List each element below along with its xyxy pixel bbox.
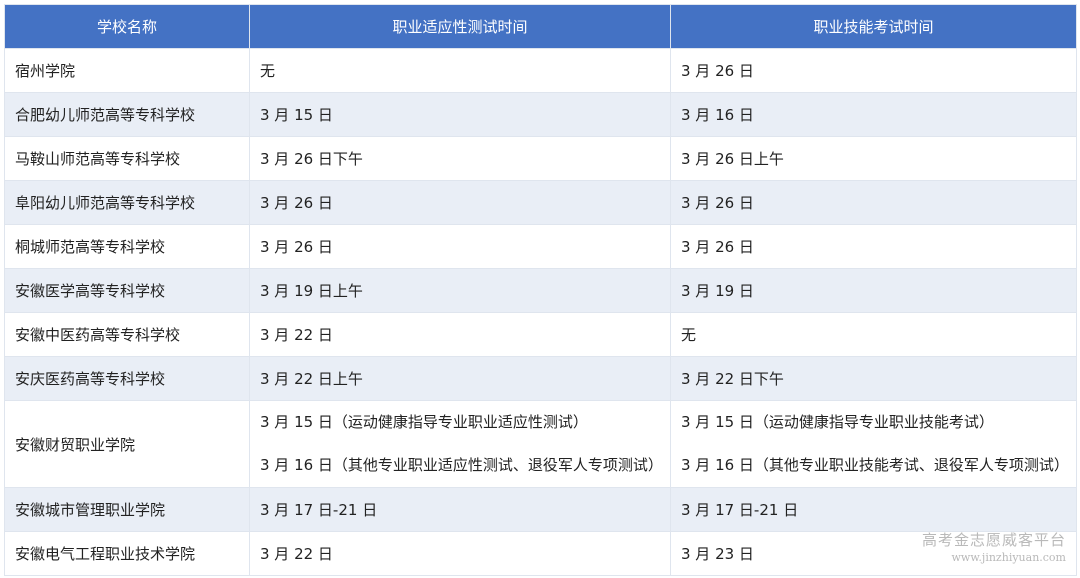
- aptitude-time-cell: 3 月 19 日上午: [249, 268, 671, 313]
- header-row: 学校名称 职业适应性测试时间 职业技能考试时间: [4, 4, 1077, 49]
- aptitude-time-line: 3 月 15 日（运动健康指导专业职业适应性测试）: [260, 413, 588, 431]
- aptitude-time-cell: 无: [249, 48, 671, 93]
- table-row: 桐城师范高等专科学校 3 月 26 日 3 月 26 日: [4, 224, 1077, 269]
- table-row: 马鞍山师范高等专科学校 3 月 26 日下午 3 月 26 日上午: [4, 136, 1077, 181]
- table-header: 学校名称 职业适应性测试时间 职业技能考试时间: [4, 4, 1077, 49]
- header-school-name: 学校名称: [4, 4, 250, 49]
- aptitude-time-cell: 3 月 22 日: [249, 312, 671, 357]
- aptitude-time-cell: 3 月 22 日上午: [249, 356, 671, 401]
- school-name-cell: 安徽医学高等专科学校: [4, 268, 250, 313]
- school-name-cell: 安徽财贸职业学院: [4, 400, 250, 488]
- aptitude-time-cell: 3 月 26 日: [249, 180, 671, 225]
- school-name-cell: 合肥幼儿师范高等专科学校: [4, 92, 250, 137]
- schedule-table-wrapper: 学校名称 职业适应性测试时间 职业技能考试时间 宿州学院 无 3 月 26 日 …: [4, 4, 1077, 576]
- skills-time-cell: 3 月 19 日: [670, 268, 1077, 313]
- school-name-cell: 马鞍山师范高等专科学校: [4, 136, 250, 181]
- skills-time-cell: 3 月 16 日: [670, 92, 1077, 137]
- watermark-url: www.jinzhiyuan.com: [951, 551, 1066, 564]
- table-row: 安徽医学高等专科学校 3 月 19 日上午 3 月 19 日: [4, 268, 1077, 313]
- skills-time-cell: 3 月 15 日（运动健康指导专业职业技能考试） 3 月 16 日（其他专业职业…: [670, 400, 1077, 488]
- table-body: 宿州学院 无 3 月 26 日 合肥幼儿师范高等专科学校 3 月 15 日 3 …: [4, 48, 1077, 576]
- skills-time-line: 3 月 15 日（运动健康指导专业职业技能考试）: [681, 413, 994, 431]
- header-skills-exam-time: 职业技能考试时间: [670, 4, 1077, 49]
- school-name-cell: 安徽城市管理职业学院: [4, 487, 250, 532]
- aptitude-time-line: 3 月 16 日（其他专业职业适应性测试、退役军人专项测试）: [260, 456, 663, 474]
- header-aptitude-test-time: 职业适应性测试时间: [249, 4, 671, 49]
- table-row: 安徽中医药高等专科学校 3 月 22 日 无: [4, 312, 1077, 357]
- aptitude-time-cell: 3 月 26 日: [249, 224, 671, 269]
- school-name-cell: 阜阳幼儿师范高等专科学校: [4, 180, 250, 225]
- table-row: 安庆医药高等专科学校 3 月 22 日上午 3 月 22 日下午: [4, 356, 1077, 401]
- watermark-name: 高考金志愿威客平台: [921, 531, 1066, 549]
- table-row: 合肥幼儿师范高等专科学校 3 月 15 日 3 月 16 日: [4, 92, 1077, 137]
- aptitude-time-cell: 3 月 15 日（运动健康指导专业职业适应性测试） 3 月 16 日（其他专业职…: [249, 400, 671, 488]
- skills-time-cell: 3 月 26 日: [670, 48, 1077, 93]
- skills-time-cell: 无: [670, 312, 1077, 357]
- school-name-cell: 安庆医药高等专科学校: [4, 356, 250, 401]
- school-name-cell: 安徽中医药高等专科学校: [4, 312, 250, 357]
- skills-time-cell: 3 月 26 日上午: [670, 136, 1077, 181]
- aptitude-time-cell: 3 月 15 日: [249, 92, 671, 137]
- table-row: 阜阳幼儿师范高等专科学校 3 月 26 日 3 月 26 日: [4, 180, 1077, 225]
- aptitude-time-cell: 3 月 26 日下午: [249, 136, 671, 181]
- table-row: 安徽财贸职业学院 3 月 15 日（运动健康指导专业职业适应性测试） 3 月 1…: [4, 400, 1077, 488]
- skills-time-line: 3 月 16 日（其他专业职业技能考试、退役军人专项测试）: [681, 456, 1069, 474]
- skills-time-cell: 3 月 26 日: [670, 224, 1077, 269]
- skills-time-cell: 3 月 17 日-21 日: [670, 487, 1077, 532]
- table-row: 安徽电气工程职业技术学院 3 月 22 日 3 月 23 日: [4, 531, 1077, 576]
- watermark: 高考金志愿威客平台 www.jinzhiyuan.com: [922, 530, 1066, 566]
- table-row: 宿州学院 无 3 月 26 日: [4, 48, 1077, 93]
- aptitude-time-cell: 3 月 22 日: [249, 531, 671, 576]
- skills-time-cell: 3 月 26 日: [670, 180, 1077, 225]
- school-name-cell: 安徽电气工程职业技术学院: [4, 531, 250, 576]
- exam-schedule-table: 学校名称 职业适应性测试时间 职业技能考试时间 宿州学院 无 3 月 26 日 …: [4, 4, 1077, 576]
- school-name-cell: 桐城师范高等专科学校: [4, 224, 250, 269]
- school-name-cell: 宿州学院: [4, 48, 250, 93]
- skills-time-cell: 3 月 22 日下午: [670, 356, 1077, 401]
- aptitude-time-cell: 3 月 17 日-21 日: [249, 487, 671, 532]
- table-row: 安徽城市管理职业学院 3 月 17 日-21 日 3 月 17 日-21 日: [4, 487, 1077, 532]
